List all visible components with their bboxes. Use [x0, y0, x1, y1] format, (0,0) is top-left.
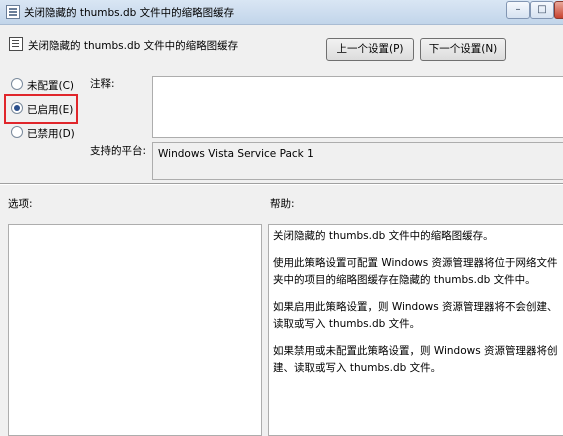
- platform-value: Windows Vista Service Pack 1: [158, 148, 314, 160]
- radio-not-configured[interactable]: 未配置(C): [11, 78, 74, 93]
- help-paragraph: 如果启用此策略设置，则 Windows 资源管理器将不会创建、读取或写入 thu…: [273, 301, 558, 330]
- minimize-button[interactable]: –: [506, 1, 530, 19]
- platform-label: 支持的平台:: [90, 145, 147, 157]
- help-panel[interactable]: 关闭隐藏的 thumbs.db 文件中的缩略图缓存。 使用此策略设置可配置 Wi…: [268, 224, 563, 436]
- enabled-highlight-box: [4, 94, 78, 124]
- maximize-button[interactable]: □: [530, 1, 554, 19]
- setting-title: 关闭隐藏的 thumbs.db 文件中的缩略图缓存: [28, 40, 239, 52]
- radio-unchecked-icon: [11, 78, 23, 90]
- setting-icon: [9, 37, 23, 51]
- options-panel[interactable]: [8, 224, 262, 436]
- radio-not-configured-label: 未配置(C): [27, 80, 75, 92]
- close-button[interactable]: ✕: [554, 1, 563, 19]
- comment-field[interactable]: [152, 76, 563, 138]
- platform-field: Windows Vista Service Pack 1: [152, 142, 563, 180]
- help-paragraph: 使用此策略设置可配置 Windows 资源管理器将位于网络文件夹中的项目的缩略图…: [273, 257, 558, 286]
- policy-icon: [6, 5, 20, 19]
- help-label: 帮助:: [270, 198, 295, 210]
- options-label: 选项:: [8, 198, 33, 210]
- window-titlebar: 关闭隐藏的 thumbs.db 文件中的缩略图缓存 – □ ✕: [0, 0, 563, 25]
- radio-unchecked-icon: [11, 126, 23, 138]
- comment-label: 注释:: [90, 78, 115, 90]
- help-paragraph: 关闭隐藏的 thumbs.db 文件中的缩略图缓存。: [273, 230, 494, 242]
- radio-disabled[interactable]: 已禁用(D): [11, 126, 75, 141]
- window-title: 关闭隐藏的 thumbs.db 文件中的缩略图缓存: [24, 7, 235, 19]
- previous-setting-button[interactable]: 上一个设置(P): [326, 38, 414, 61]
- next-setting-button[interactable]: 下一个设置(N): [420, 38, 506, 61]
- section-divider: [0, 183, 563, 185]
- help-paragraph: 如果禁用或未配置此策略设置，则 Windows 资源管理器将创建、读取或写入 t…: [273, 345, 558, 374]
- radio-disabled-label: 已禁用(D): [27, 128, 75, 140]
